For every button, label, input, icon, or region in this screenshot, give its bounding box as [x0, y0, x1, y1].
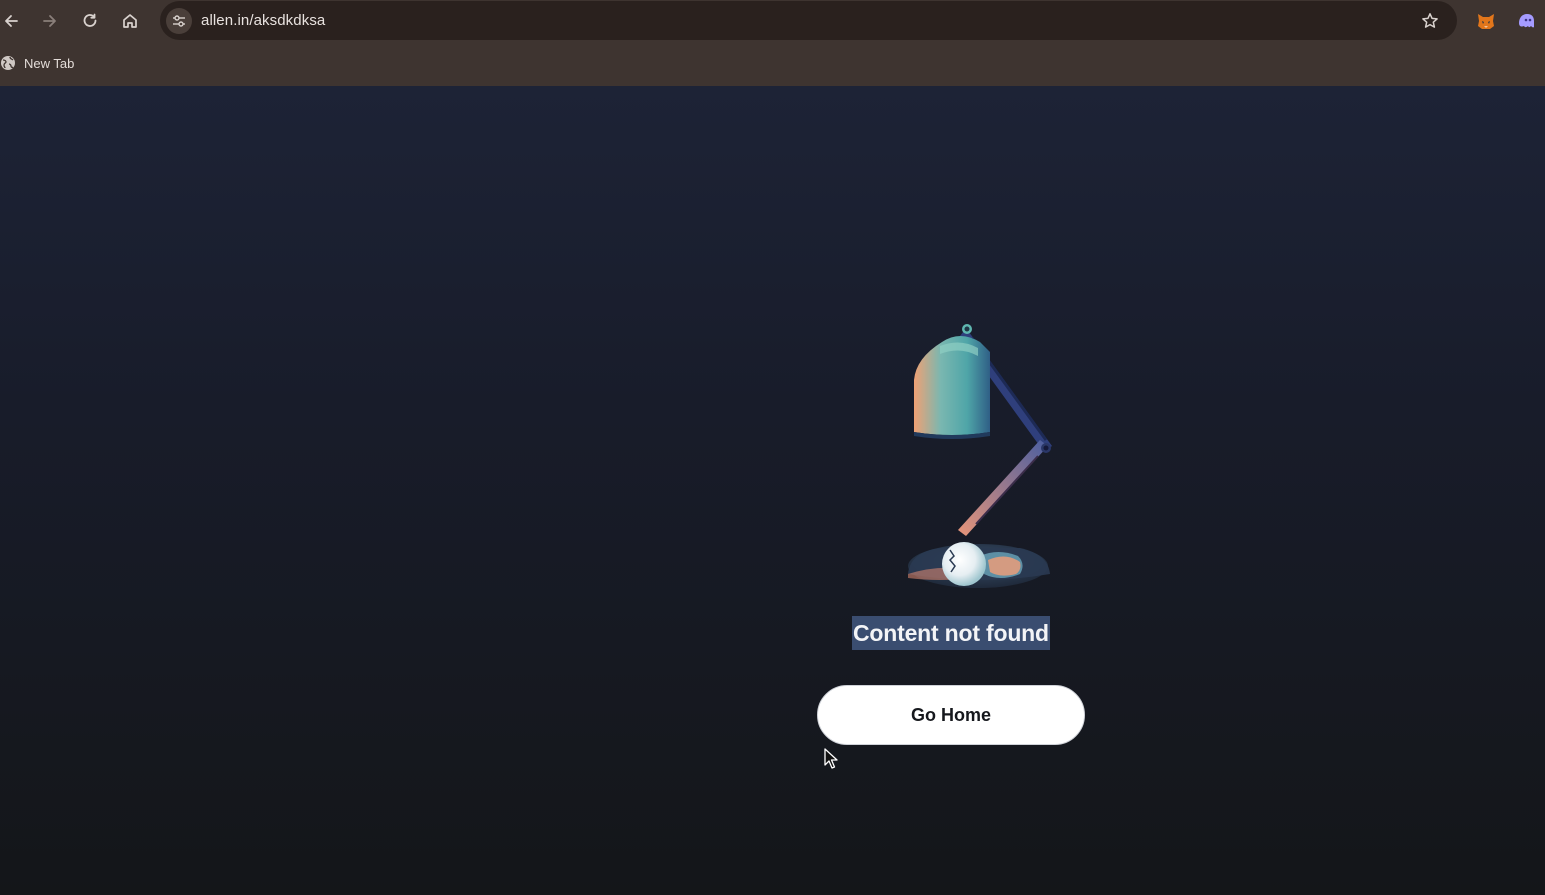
site-info-button[interactable]	[166, 8, 192, 34]
bookmark-star-button[interactable]	[1419, 10, 1441, 32]
mouse-pointer-icon	[824, 748, 838, 769]
browser-toolbar: allen.in/aksdkdksa	[0, 0, 1545, 42]
go-home-button[interactable]: Go Home	[817, 685, 1085, 745]
forward-button[interactable]	[37, 8, 63, 34]
ghost-extension-icon	[1519, 14, 1534, 28]
star-icon	[1422, 13, 1438, 28]
ghost-extension-button[interactable]	[1515, 10, 1537, 32]
back-button[interactable]	[0, 8, 24, 34]
url-text[interactable]: allen.in/aksdkdksa	[201, 12, 325, 29]
home-icon	[123, 14, 137, 28]
desk-lamp-illustration	[908, 324, 1052, 588]
site-settings-icon	[173, 15, 185, 27]
forward-arrow-icon	[43, 15, 56, 27]
bookmarks-bar: New Tab	[0, 42, 1545, 86]
fox-extension-icon	[1478, 14, 1494, 29]
reload-icon	[83, 13, 97, 27]
address-bar[interactable]: allen.in/aksdkdksa	[160, 1, 1457, 40]
back-arrow-icon	[5, 15, 18, 27]
fox-extension-button[interactable]	[1475, 10, 1497, 32]
reload-button[interactable]	[77, 8, 103, 34]
home-button[interactable]	[117, 8, 143, 34]
go-home-label: Go Home	[910, 704, 991, 725]
globe-icon	[1, 56, 15, 70]
error-page: Content not found Go Home	[0, 86, 1545, 895]
content-not-found-message: Content not found	[852, 616, 1050, 650]
bookmark-new-tab[interactable]: New Tab	[0, 52, 74, 74]
bookmark-label: New Tab	[24, 55, 75, 71]
